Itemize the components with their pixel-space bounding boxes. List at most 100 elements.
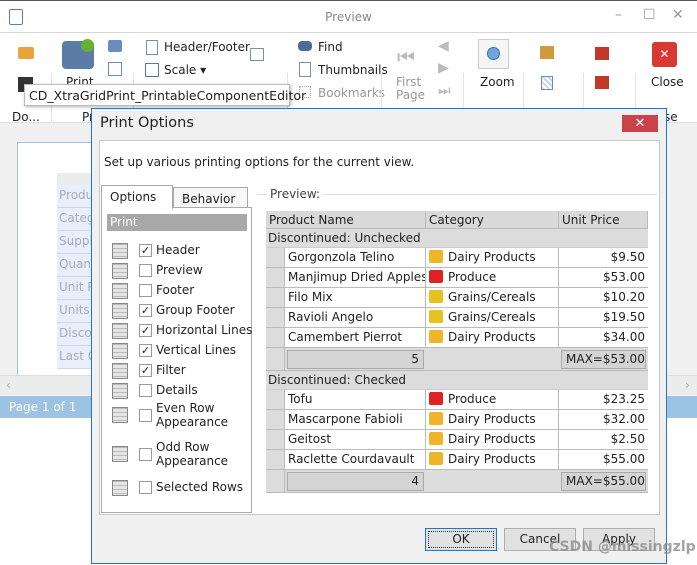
ok-button[interactable]: OK [425,528,497,551]
last-page-icon[interactable]: ⏭ [438,83,451,99]
product-name-cell: Tofu [285,390,426,409]
category-text: Dairy Products [448,432,536,446]
zoom-icon[interactable] [478,39,509,69]
pages-icon[interactable] [250,48,264,61]
option-checkbox[interactable] [139,481,152,494]
table-row: Mascarpone Fabioli Dairy Products $32.00 [266,410,648,430]
watermark-icon[interactable] [541,76,553,90]
thumbnails-button[interactable]: Thumbnails [318,63,388,77]
scroll-left-icon[interactable]: ‹ [6,378,11,392]
option-checkbox[interactable] [139,448,152,461]
option-checkbox[interactable] [139,284,152,297]
unit-price-cell: $32.00 [559,410,648,429]
category-text: Dairy Products [448,250,536,264]
table-row: Filo Mix Grains/Cereals $10.20 [266,288,648,308]
page-color-icon[interactable] [540,46,554,59]
option-label: Filter [156,363,186,377]
option-icon [112,343,128,359]
option-icon [112,243,128,259]
option-icon [112,407,128,423]
group-row[interactable]: Discontinued: Unchecked [266,229,648,248]
category-icon [429,392,443,405]
option-checkbox[interactable]: ✓ [139,344,152,357]
option-icon [112,283,128,299]
open-icon[interactable] [18,47,34,59]
unit-price-cell: $23.25 [559,390,648,409]
options-panel: Print ✓ Header Preview Footer ✓ Group Fo… [101,207,252,513]
unit-price-cell: $53.00 [559,268,648,287]
table-row: Manjimup Dried Apples Produce $53.00 [266,268,648,288]
option-checkbox[interactable] [139,409,152,422]
group-count: 4 [287,472,424,491]
option-label: Vertical Lines [156,343,236,357]
close-window-button[interactable]: ✕ [672,7,684,23]
option-icon [112,263,128,279]
category-icon [429,330,443,343]
quick-print-icon[interactable] [108,40,122,52]
dialog-title: Print Options [100,115,194,131]
send-pdf-icon[interactable] [595,76,609,89]
group-max: MAX=$55.00 [561,472,646,491]
close-preview-button[interactable]: Close [651,75,684,89]
zoom-button[interactable]: Zoom [480,75,515,89]
unit-price-cell: $55.00 [559,450,648,469]
customize-icon[interactable] [108,62,122,76]
option-checkbox[interactable]: ✓ [139,364,152,377]
dialog-description: Set up various printing options for the … [104,155,415,169]
product-name-cell: Camembert Pierrot [285,328,426,347]
help-badge-icon [81,39,94,52]
category-icon [429,452,443,465]
category-icon [429,412,443,425]
column-header[interactable]: Unit Price [559,211,648,228]
option-label: Footer [156,283,195,297]
option-label: Horizontal Lines [156,323,253,337]
maximize-button[interactable]: ☐ [643,7,656,23]
dialog-close-button[interactable]: ✕ [622,115,658,132]
option-label: Even Row [156,401,215,415]
group-footer-row: 4 MAX=$55.00 [266,470,648,493]
title-bar: Preview – ☐ ✕ [0,0,697,33]
column-header[interactable]: Product Name [266,211,426,228]
previous-page-icon[interactable]: ◀ [438,38,449,54]
group-row[interactable]: Discontinued: Checked [266,371,648,390]
scroll-right-icon[interactable]: › [685,378,690,392]
option-icon [112,480,128,496]
group-count: 5 [287,350,424,369]
category-icon [429,432,443,445]
category-text: Dairy Products [448,330,536,344]
column-header[interactable]: Category [426,211,559,228]
option-checkbox[interactable]: ✓ [139,324,152,337]
product-name-cell: Filo Mix [285,288,426,307]
page-indicator: Page 1 of 1 [9,400,77,414]
print-section-header: Print [107,214,247,231]
option-checkbox[interactable] [139,264,152,277]
scale-label: Scale [164,63,197,77]
category-cell: Produce [426,268,559,287]
option-label: Selected Rows [156,480,244,494]
minimize-button[interactable]: – [615,7,622,23]
header-footer-button[interactable]: Header/Footer [164,40,250,54]
group-max: MAX=$53.00 [561,350,646,369]
option-icon [112,303,128,319]
tab-options[interactable]: Options [101,185,173,209]
option-checkbox[interactable]: ✓ [139,304,152,317]
option-checkbox[interactable]: ✓ [139,244,152,257]
scale-button[interactable]: Scale ▾ [164,63,206,77]
category-cell: Dairy Products [426,450,559,469]
bookmarks-button[interactable]: Bookmarks [318,86,385,100]
first-page-button[interactable]: First Page [396,76,425,102]
find-button[interactable]: Find [318,40,343,54]
option-icon [112,383,128,399]
unit-price-cell: $19.50 [559,308,648,327]
export-pdf-icon[interactable] [595,47,609,60]
table-row: Gorgonzola Telino Dairy Products $9.50 [266,248,648,268]
unit-price-cell: $9.50 [559,248,648,267]
category-text: Produce [448,270,497,284]
product-name-cell: Gorgonzola Telino [285,248,426,267]
category-text: Dairy Products [448,412,536,426]
option-label: Header [156,243,200,257]
product-name-cell: Manjimup Dried Apples [285,268,426,287]
category-cell: Grains/Cereals [426,308,559,327]
option-checkbox[interactable] [139,384,152,397]
next-page-icon[interactable]: ▶ [438,60,449,76]
